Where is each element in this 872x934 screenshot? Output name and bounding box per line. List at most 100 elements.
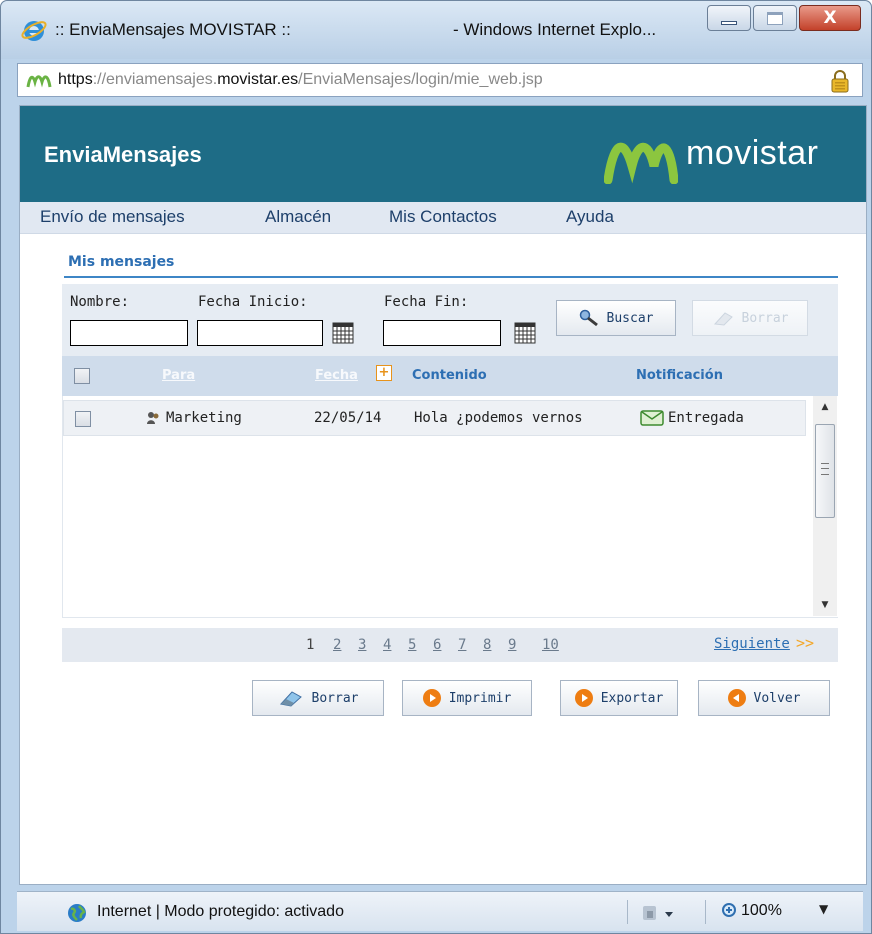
- row-contenido: Hola ¿podemos vernos: [414, 410, 583, 426]
- close-button[interactable]: X: [799, 5, 861, 31]
- page-link-4[interactable]: 4: [383, 637, 391, 653]
- menu-item-contactos[interactable]: Mis Contactos: [389, 207, 497, 227]
- select-all-checkbox[interactable]: [74, 368, 90, 384]
- imprimir-button[interactable]: Imprimir: [402, 680, 532, 716]
- next-arrows-icon[interactable]: >>: [796, 634, 814, 652]
- zone-settings-icon[interactable]: [641, 902, 675, 924]
- back-icon: [727, 689, 746, 707]
- column-contenido[interactable]: Contenido: [412, 368, 487, 383]
- row-checkbox[interactable]: [75, 411, 91, 427]
- url-path: /EnviaMensajes/login/mie_web.jsp: [298, 71, 543, 88]
- maximize-button[interactable]: [753, 5, 797, 31]
- menu-item-almacen[interactable]: Almacén: [265, 207, 331, 227]
- message-list: Marketing 22/05/14 Hola ¿podemos vernos …: [62, 396, 838, 618]
- minimize-button[interactable]: [707, 5, 751, 31]
- calendar-icon[interactable]: [514, 322, 536, 344]
- row-para: Marketing: [166, 410, 242, 426]
- title-bar[interactable]: :: EnviaMensajes MOVISTAR :: - Windows I…: [1, 1, 871, 59]
- page-link-6[interactable]: 6: [433, 637, 441, 653]
- play-icon: [574, 689, 593, 707]
- page-current: 1: [306, 637, 315, 653]
- window-title-browser: - Windows Internet Explo...: [453, 20, 657, 39]
- brand-title: EnviaMensajes: [44, 142, 202, 167]
- play-icon: [422, 689, 441, 707]
- movistar-logo-icon: [604, 142, 678, 184]
- table-header: Para Fecha + Contenido Notificación: [62, 356, 838, 396]
- status-divider: [627, 900, 628, 924]
- buscar-label: Buscar: [606, 310, 654, 326]
- next-page-link[interactable]: Siguiente: [714, 636, 790, 652]
- zoom-icon[interactable]: [721, 902, 739, 920]
- movistar-favicon-icon: [26, 75, 52, 88]
- page-link-2[interactable]: 2: [333, 637, 341, 653]
- nombre-input[interactable]: [70, 320, 188, 346]
- address-bar[interactable]: https://enviamensajes.movistar.es/EnviaM…: [17, 63, 863, 97]
- page-link-3[interactable]: 3: [358, 637, 366, 653]
- menu-item-ayuda[interactable]: Ayuda: [566, 207, 614, 227]
- borrar-filter-label: Borrar: [741, 310, 789, 326]
- browser-window: :: EnviaMensajes MOVISTAR :: - Windows I…: [0, 0, 872, 934]
- table-row[interactable]: Marketing 22/05/14 Hola ¿podemos vernos …: [63, 400, 806, 436]
- column-notificacion[interactable]: Notificación: [636, 368, 723, 383]
- scroll-thumb[interactable]: [815, 424, 835, 518]
- pagination: 1 2 3 4 5 6 7 8 9 10 Siguiente >>: [62, 628, 838, 662]
- borrar-label: Borrar: [311, 690, 359, 706]
- address-url[interactable]: https://enviamensajes.movistar.es/EnviaM…: [58, 71, 543, 89]
- buscar-button[interactable]: Buscar: [556, 300, 676, 336]
- scroll-down-icon[interactable]: ▼: [813, 594, 837, 616]
- sort-icon[interactable]: +: [376, 365, 392, 381]
- security-zone-text: Internet | Modo protegido: activado: [97, 903, 344, 920]
- eraser-icon: [713, 312, 733, 326]
- row-notificacion: Entregada: [668, 410, 744, 426]
- section-title: Mis mensajes: [68, 254, 175, 270]
- borrar-filter-button[interactable]: Borrar: [692, 300, 808, 336]
- volver-button[interactable]: Volver: [698, 680, 830, 716]
- section-divider: [64, 276, 838, 278]
- lock-icon[interactable]: [830, 69, 850, 93]
- page-link-5[interactable]: 5: [408, 637, 416, 653]
- internet-explorer-icon: [21, 21, 47, 41]
- url-host-prefix: ://enviamensajes.: [92, 71, 218, 88]
- borrar-button[interactable]: Borrar: [252, 680, 384, 716]
- list-scrollbar[interactable]: ▲ ▼: [813, 396, 837, 616]
- close-icon: X: [823, 8, 837, 28]
- status-divider: [705, 900, 706, 924]
- column-para[interactable]: Para: [162, 368, 195, 383]
- page-link-10[interactable]: 10: [542, 637, 559, 653]
- column-fecha[interactable]: Fecha: [315, 368, 358, 383]
- maximize-icon: [767, 11, 783, 25]
- filter-panel: Nombre: Fecha Inicio: Fecha Fin: Buscar …: [62, 284, 838, 356]
- calendar-icon[interactable]: [332, 322, 354, 344]
- minimize-icon: [721, 21, 737, 25]
- window-title: :: EnviaMensajes MOVISTAR ::: [55, 20, 291, 39]
- url-domain: movistar.es: [217, 71, 299, 88]
- main-menu: Envío de mensajes Almacén Mis Contactos …: [20, 202, 866, 234]
- scroll-up-icon[interactable]: ▲: [813, 396, 837, 418]
- fecha-fin-input[interactable]: [383, 320, 501, 346]
- exportar-label: Exportar: [600, 690, 664, 706]
- status-bar: Internet | Modo protegido: activado 100%…: [17, 891, 863, 931]
- search-icon: [579, 309, 598, 327]
- imprimir-label: Imprimir: [448, 690, 512, 706]
- page-link-7[interactable]: 7: [458, 637, 466, 653]
- volver-label: Volver: [753, 690, 801, 706]
- envelope-icon: [640, 410, 664, 426]
- fecha-inicio-label: Fecha Inicio:: [198, 294, 308, 310]
- fecha-fin-label: Fecha Fin:: [384, 294, 469, 310]
- eraser-icon: [279, 691, 302, 707]
- nombre-label: Nombre:: [70, 294, 130, 310]
- url-scheme: https: [58, 71, 93, 88]
- globe-icon: [68, 904, 86, 922]
- menu-item-envio[interactable]: Envío de mensajes: [40, 207, 185, 227]
- site-header: EnviaMensajes movistar: [20, 106, 866, 202]
- page-content: EnviaMensajes movistar Envío de mensajes…: [19, 105, 867, 885]
- row-fecha: 22/05/14: [314, 410, 382, 426]
- exportar-button[interactable]: Exportar: [560, 680, 678, 716]
- zoom-dropdown-icon[interactable]: ▼: [819, 902, 828, 916]
- fecha-inicio-input[interactable]: [197, 320, 323, 346]
- movistar-logo-text: movistar: [686, 134, 819, 172]
- page-link-8[interactable]: 8: [483, 637, 491, 653]
- zoom-level[interactable]: 100%: [741, 902, 782, 920]
- contact-group-icon: [147, 412, 159, 424]
- page-link-9[interactable]: 9: [508, 637, 516, 653]
